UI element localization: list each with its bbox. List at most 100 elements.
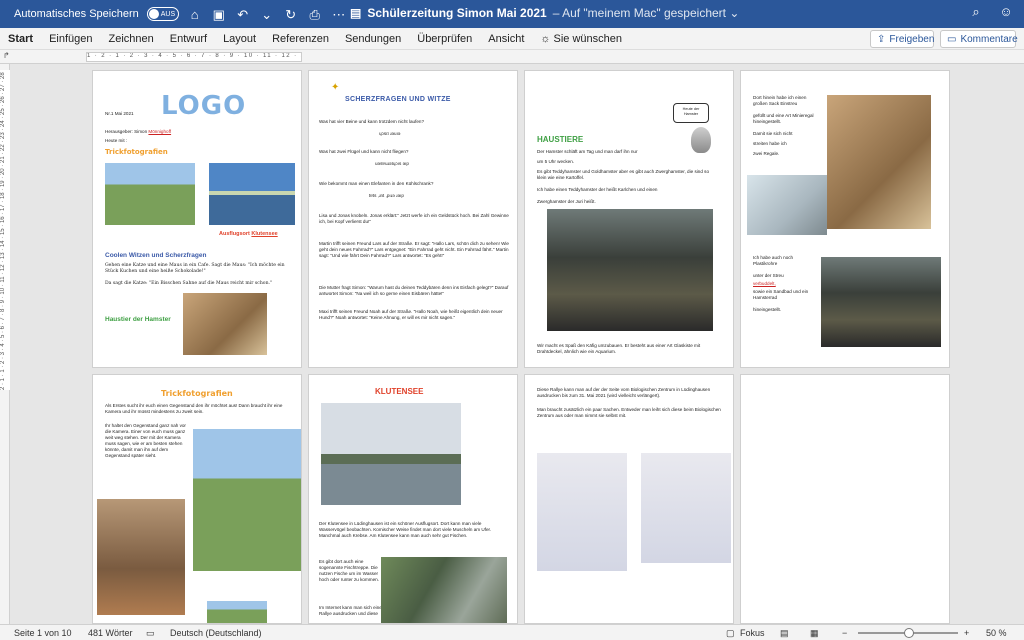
print-layout-icon[interactable]: ▤	[780, 628, 789, 639]
answer-3: ʇɐʇs ,ɹnʇ ,pıɹǝ ɹǝıp	[369, 193, 404, 198]
tell-me[interactable]: ☼ Sie wünschen	[532, 33, 630, 45]
comments-button[interactable]: ▭ Kommentare	[940, 30, 1018, 48]
tab-stop-icon[interactable]: ↱	[3, 51, 10, 60]
vertical-ruler[interactable]: 2 · 1 · 1 · 2 · 3 · 4 · 5 · 6 · 7 · 8 · …	[0, 64, 10, 624]
klutensee-text-3: Im Internet kann man sich eine Rallye au…	[319, 605, 382, 616]
tab-layout[interactable]: Layout	[215, 33, 264, 45]
word-count[interactable]: 481 Wörter	[88, 628, 133, 638]
question-2: Was hat zwei Flügel und kann nicht flieg…	[319, 149, 409, 154]
pets-line-2: um 5 Uhr wecken.	[537, 159, 575, 164]
word-document-icon: ▤	[350, 6, 362, 20]
klutensee-text: Der Klutensee in Lüdinghausen ist ein sc…	[319, 521, 492, 538]
zoom-slider-handle[interactable]	[904, 628, 914, 638]
web-layout-icon[interactable]: ▦	[810, 628, 819, 639]
ausflug-caption: Ausflugsort Klutensee	[219, 231, 278, 237]
lake-photo	[209, 163, 295, 225]
p4-text-7: unter der Streu	[753, 273, 784, 278]
small-photo	[207, 601, 267, 623]
zoom-in-icon[interactable]: +	[964, 628, 969, 638]
tab-start[interactable]: Start	[0, 33, 41, 45]
question-1: Was hat vier Beine und kann trotzdem nic…	[319, 119, 425, 124]
share-button[interactable]: ⇪ Freigeben	[870, 30, 934, 48]
toggle-knob	[148, 9, 159, 19]
ausflug-label: Ausflugsort	[219, 231, 250, 237]
page-8[interactable]	[740, 374, 950, 624]
publisher-line: Herausgeber: Simon Mönnighoff	[105, 129, 171, 135]
more-icon[interactable]: ⋯	[331, 8, 347, 21]
answer-1: ɥɔsıʇ ɹǝuıǝ	[379, 131, 401, 136]
rallye-map-photo	[537, 453, 627, 571]
page-5[interactable]: Trickfotografien Als Erstes sucht ihr eu…	[92, 374, 302, 624]
page-count[interactable]: Seite 1 von 10	[14, 628, 72, 638]
p4-text-8: verbuddelt,	[753, 281, 776, 286]
lightbulb-icon: ☼	[540, 32, 554, 45]
trick-heading: Trickfotografien	[105, 148, 168, 156]
home-icon[interactable]: ⌂	[187, 8, 203, 21]
comment-icon: ▭	[947, 33, 957, 45]
publisher-name: Mönnighoff	[148, 129, 172, 134]
ruler-marks: 1 · 2 · 1 · 2 · 3 · 4 · 5 · 6 · 7 · 8 · …	[86, 52, 302, 62]
language[interactable]: Deutsch (Deutschland)	[170, 628, 262, 638]
rallye-text-2: Man braucht zusätzlich ein paar Sachen. …	[537, 407, 721, 418]
jokes-page-heading: SCHERZFRAGEN UND WITZE	[345, 96, 451, 103]
klutensee-heading: KLUTENSEE	[375, 387, 424, 396]
rallye-sheet-photo	[641, 453, 731, 563]
p4-text-9: sowie ein Sandbad und ein Hamsterrad	[753, 289, 809, 300]
undo-icon[interactable]: ↶	[235, 8, 251, 21]
tab-zeichnen[interactable]: Zeichnen	[101, 33, 162, 45]
joke-4: Maxi trifft seinen Freund Noah auf der S…	[319, 309, 503, 320]
share-icon: ⇪	[877, 33, 886, 45]
question-3: Wie bekommt man einen Elefanten in den K…	[319, 181, 434, 186]
zoom-level[interactable]: 50 %	[986, 628, 1007, 638]
tab-sendungen[interactable]: Sendungen	[337, 33, 409, 45]
account-icon[interactable]: ☺	[998, 5, 1014, 18]
p4-text-6: Ich habe auch noch Plastikrohre	[753, 255, 794, 266]
pets-line-3: Es gibt Teddyhamster und Goldhamster abe…	[537, 169, 710, 180]
title-bar-left: Automatisches Speichern AUS ⌂ ▣ ↶ ⌄ ↻ ⎙ …	[0, 7, 347, 21]
speech-bubble: Heute der Hamster	[673, 103, 709, 123]
hamster-heading: Haustier der Hamster	[105, 316, 171, 323]
focus-mode[interactable]: Fokus	[740, 628, 765, 638]
stream-photo	[381, 557, 507, 623]
search-icon[interactable]: ⌕	[968, 5, 984, 18]
logo: LOGO	[161, 91, 247, 121]
rallye-text-1: Diese Rallye kann man auf der der Seite …	[537, 387, 711, 398]
tab-ueberpruefen[interactable]: Überprüfen	[409, 33, 480, 45]
trick-body: Ihr haltet den Gegenstand ganz nah vor d…	[105, 423, 186, 458]
answer-2: uǝsɐuɹǝʇɥɔıs ǝıp	[375, 161, 409, 166]
tab-referenzen[interactable]: Referenzen	[264, 33, 337, 45]
document-title-area[interactable]: ▤ Schülerzeitung Simon Mai 2021 – Auf "m…	[350, 6, 739, 20]
horizontal-ruler[interactable]: ↱ 1 · 2 · 1 · 2 · 3 · 4 · 5 · 6 · 7 · 8 …	[0, 50, 1024, 64]
page-7[interactable]: Diese Rallye kann man auf der der Seite …	[524, 374, 734, 624]
glass-photo	[747, 175, 827, 235]
orca-photo	[193, 429, 301, 571]
zoom-out-icon[interactable]: −	[842, 628, 847, 638]
chevron-down-icon[interactable]: ⌄	[259, 8, 275, 21]
tab-ansicht[interactable]: Ansicht	[480, 33, 532, 45]
save-icon[interactable]: ▣	[211, 8, 227, 21]
proofing-icon[interactable]: ▭	[146, 628, 155, 639]
comments-label: Kommentare	[960, 33, 1018, 45]
page-4[interactable]: Dort hinein habe ich einen großen Sack E…	[740, 70, 950, 368]
tab-einfuegen[interactable]: Einfügen	[41, 33, 100, 45]
joke-3: Die Mutter fragt Simon: "Warum hast du d…	[319, 285, 509, 296]
page-6[interactable]: KLUTENSEE Der Klutensee in Lüdinghausen …	[308, 374, 518, 624]
joke-text: Gehen eine Katze und eine Maus in ein Ca…	[105, 263, 285, 274]
page-2[interactable]: ✦ SCHERZFRAGEN UND WITZE Was hat vier Be…	[308, 70, 518, 368]
autosave-toggle[interactable]: AUS	[146, 7, 179, 21]
title-bar: Automatisches Speichern AUS ⌂ ▣ ↶ ⌄ ↻ ⎙ …	[0, 0, 1024, 28]
tab-entwurf[interactable]: Entwurf	[162, 33, 215, 45]
share-label: Freigeben	[889, 33, 935, 45]
print-icon[interactable]: ⎙	[307, 8, 323, 21]
elephant-photo	[105, 163, 195, 225]
issue-number: Nr.1 Mai 2021	[105, 111, 134, 116]
page-1[interactable]: Nr.1 Mai 2021 LOGO Herausgeber: Simon Mö…	[92, 70, 302, 368]
autosave-state: AUS	[160, 10, 176, 18]
redo-icon[interactable]: ↻	[283, 8, 299, 21]
page-3[interactable]: Heute der Hamster HAUSTIERE Der Hamster …	[524, 70, 734, 368]
document-canvas[interactable]: Nr.1 Mai 2021 LOGO Herausgeber: Simon Mö…	[10, 64, 1024, 624]
jokes-heading: Coolen Witzen und Scherzfragen	[105, 252, 207, 259]
pets-line-5: Zwerghamster der Juri heißt.	[537, 199, 596, 204]
joke-1: Lisa und Jonas knobeln. Jonas erklärt:" …	[319, 213, 509, 224]
autosave-label: Automatisches Speichern	[14, 8, 139, 20]
